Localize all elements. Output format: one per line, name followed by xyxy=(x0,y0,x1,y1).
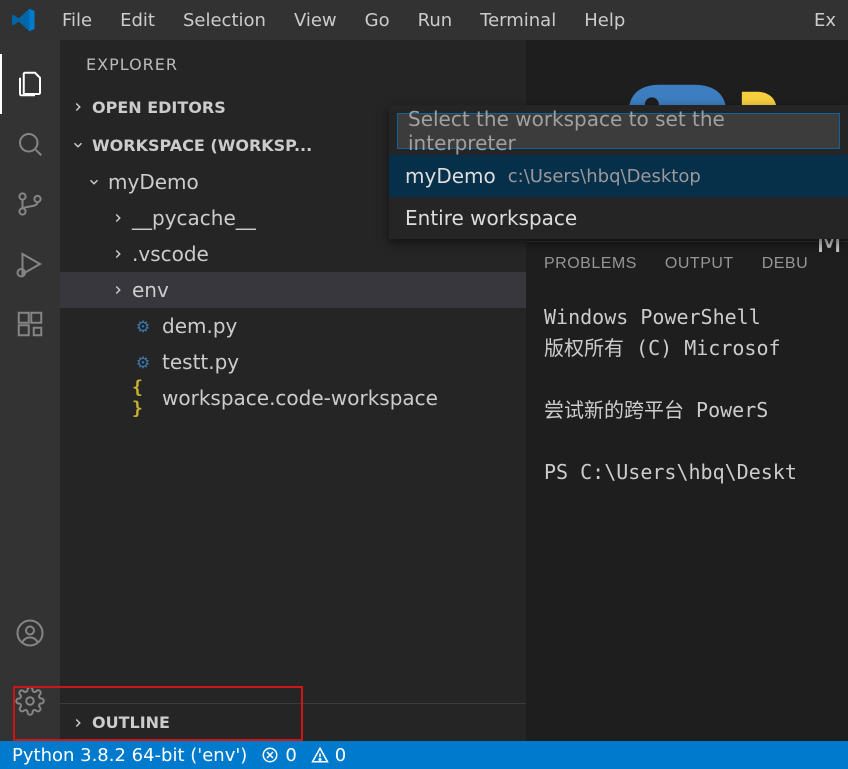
quick-pick-item[interactable]: myDemo c:\Users\hbq\Desktop xyxy=(389,155,848,197)
status-error-count: 0 xyxy=(285,745,296,766)
tree-folder[interactable]: env xyxy=(60,272,526,308)
quick-pick-item-detail: c:\Users\hbq\Desktop xyxy=(508,166,701,187)
tree-file[interactable]: ⚙ testt.py xyxy=(60,344,526,380)
warning-icon xyxy=(311,746,329,764)
quick-pick-input[interactable]: Select the workspace to set the interpre… xyxy=(397,113,840,149)
gear-icon xyxy=(15,686,45,716)
section-label: WORKSPACE (WORKSP... xyxy=(92,136,312,155)
menu-view[interactable]: View xyxy=(280,6,351,35)
quick-pick-placeholder: Select the workspace to set the interpre… xyxy=(408,107,829,155)
error-icon xyxy=(261,746,279,764)
tree-label: dem.py xyxy=(162,314,237,338)
status-python-label: Python 3.8.2 64-bit ('env') xyxy=(12,745,247,766)
status-bar: Python 3.8.2 64-bit ('env') 0 0 xyxy=(0,741,848,769)
menu-run[interactable]: Run xyxy=(404,6,467,35)
chevron-down-icon xyxy=(84,175,104,189)
bottom-panel: PROBLEMS OUTPUT DEBU Windows PowerShell … xyxy=(526,241,848,741)
menu-file[interactable]: File xyxy=(48,6,106,35)
python-file-icon: ⚙ xyxy=(132,353,154,372)
panel-tab-output[interactable]: OUTPUT xyxy=(665,255,734,273)
chevron-right-icon xyxy=(68,100,88,114)
section-label: OPEN EDITORS xyxy=(92,98,226,117)
quick-pick-item-title: myDemo xyxy=(405,164,496,188)
branch-icon xyxy=(15,189,45,219)
menu-go[interactable]: Go xyxy=(351,6,404,35)
tree-label: .vscode xyxy=(132,242,209,266)
chevron-down-icon xyxy=(68,138,88,152)
tree-label: testt.py xyxy=(162,350,239,374)
tree-label: __pycache__ xyxy=(132,206,256,230)
tree-folder[interactable]: .vscode xyxy=(60,236,526,272)
chevron-right-icon xyxy=(68,716,88,730)
activity-bar xyxy=(0,40,60,741)
vscode-logo-icon xyxy=(12,8,36,32)
section-outline[interactable]: OUTLINE xyxy=(60,703,526,741)
tree-file[interactable]: { } workspace.code-workspace xyxy=(60,380,526,416)
title-right-text: Ex xyxy=(814,10,842,31)
extensions-icon xyxy=(15,309,45,339)
panel-tabs: PROBLEMS OUTPUT DEBU xyxy=(544,242,830,286)
activity-run-debug[interactable] xyxy=(0,234,60,294)
quick-pick-item[interactable]: Entire workspace xyxy=(389,197,848,239)
menu-edit[interactable]: Edit xyxy=(106,6,169,35)
quick-pick-item-title: Entire workspace xyxy=(405,206,577,230)
play-bug-icon xyxy=(15,249,45,279)
menu-help[interactable]: Help xyxy=(570,6,639,35)
tree-label: env xyxy=(132,278,169,302)
activity-explorer[interactable] xyxy=(0,54,60,114)
activity-source-control[interactable] xyxy=(0,174,60,234)
status-warning-count: 0 xyxy=(335,745,346,766)
search-icon xyxy=(15,129,45,159)
tree-label: myDemo xyxy=(108,170,199,194)
activity-extensions[interactable] xyxy=(0,294,60,354)
chevron-right-icon xyxy=(108,283,128,297)
status-errors[interactable]: 0 xyxy=(261,745,296,766)
tree-file[interactable]: ⚙ dem.py xyxy=(60,308,526,344)
menu-terminal[interactable]: Terminal xyxy=(466,6,570,35)
activity-settings[interactable] xyxy=(0,671,60,731)
chevron-right-icon xyxy=(108,247,128,261)
panel-tab-debug[interactable]: DEBU xyxy=(762,255,808,273)
explorer-title: EXPLORER xyxy=(60,40,526,88)
json-file-icon: { } xyxy=(132,377,154,419)
panel-tab-problems[interactable]: PROBLEMS xyxy=(544,255,637,273)
account-icon xyxy=(15,618,45,648)
section-label: OUTLINE xyxy=(92,713,170,732)
activity-account[interactable] xyxy=(0,603,60,663)
quick-pick: Select the workspace to set the interpre… xyxy=(389,105,848,239)
activity-search[interactable] xyxy=(0,114,60,174)
title-bar: File Edit Selection View Go Run Terminal… xyxy=(0,0,848,40)
status-python-interpreter[interactable]: Python 3.8.2 64-bit ('env') xyxy=(12,745,247,766)
tree-label: workspace.code-workspace xyxy=(162,386,438,410)
chevron-right-icon xyxy=(108,211,128,225)
terminal-output[interactable]: Windows PowerShell 版权所有 (C) Microsof 尝试新… xyxy=(544,286,830,488)
python-file-icon: ⚙ xyxy=(132,317,154,336)
status-warnings[interactable]: 0 xyxy=(311,745,346,766)
menu-selection[interactable]: Selection xyxy=(169,6,280,35)
files-icon xyxy=(15,69,45,99)
